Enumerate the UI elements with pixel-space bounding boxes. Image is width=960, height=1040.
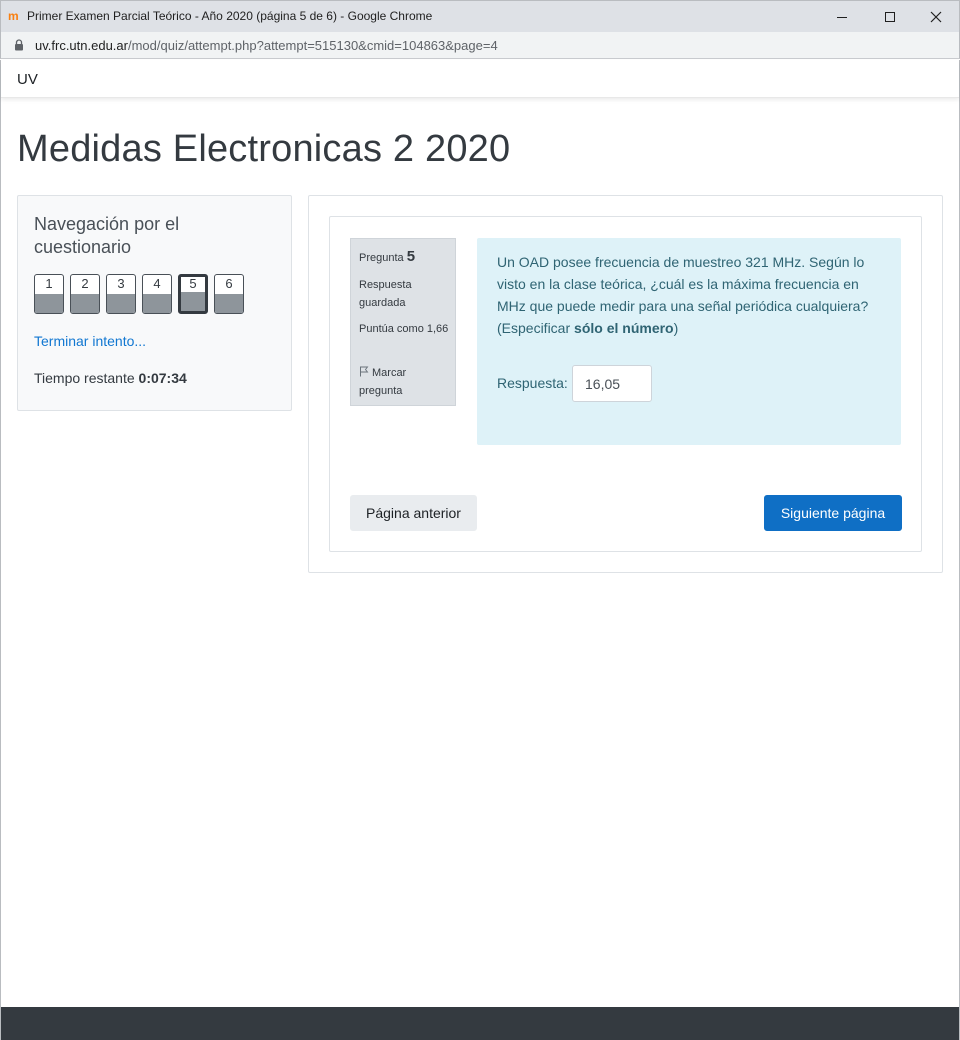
question-button-5[interactable]: 5	[178, 274, 208, 314]
time-remaining: Tiempo restante 0:07:34	[34, 370, 187, 386]
lock-icon	[15, 39, 23, 51]
quiz-navigation-block: Navegación por el cuestionario 1 2 3 4 5…	[17, 195, 292, 411]
question-number: Pregunta 5	[359, 248, 415, 265]
timer-label: Tiempo restante	[34, 370, 135, 386]
window-title: Primer Examen Parcial Teórico - Año 2020…	[27, 9, 433, 23]
maximize-icon	[885, 12, 895, 22]
url-text[interactable]: uv.frc.utn.edu.ar/mod/quiz/attempt.php?a…	[35, 38, 498, 53]
page-footer	[1, 1007, 959, 1040]
question-button-label: 2	[81, 276, 89, 291]
question-text-emphasis: sólo el número	[574, 320, 674, 336]
question-button-3[interactable]: 3	[106, 274, 136, 314]
question-button-label: 3	[117, 276, 125, 291]
question-number-label: Pregunta	[359, 252, 404, 264]
question-button-label: 5	[189, 276, 197, 291]
maximize-button[interactable]	[867, 1, 913, 33]
site-navbar: UV	[1, 60, 959, 98]
question-button-label: 1	[45, 276, 53, 291]
question-buttons: 1 2 3 4 5 6	[34, 274, 244, 314]
answer-state-indicator	[35, 294, 63, 313]
window-titlebar: m Primer Examen Parcial Teórico - Año 20…	[0, 0, 960, 32]
question-state: Respuesta guardada	[359, 279, 412, 309]
page-title: Medidas Electronicas 2 2020	[17, 128, 511, 170]
address-bar[interactable]: uv.frc.utn.edu.ar/mod/quiz/attempt.php?a…	[0, 32, 960, 59]
answer-label: Respuesta:	[497, 375, 568, 391]
flag-question-toggle[interactable]: Marcar pregunta	[359, 364, 449, 400]
question-button-1[interactable]: 1	[34, 274, 64, 314]
question-text: Un OAD posee frecuencia de muestreo 321 …	[497, 251, 887, 339]
block-title: Navegación por el cuestionario	[34, 214, 180, 257]
answer-state-indicator	[181, 292, 205, 311]
flag-icon	[360, 366, 369, 377]
close-window-button[interactable]	[913, 1, 959, 33]
minimize-icon	[837, 16, 847, 18]
question-text-end: )	[673, 320, 679, 336]
finish-attempt-link[interactable]: Terminar intento...	[34, 333, 146, 349]
question-card: Pregunta 5 Respuesta guardada Puntúa com…	[329, 216, 922, 552]
answer-state-indicator	[143, 294, 171, 313]
question-button-4[interactable]: 4	[142, 274, 172, 314]
answer-state-indicator	[215, 294, 243, 313]
question-button-label: 6	[225, 276, 233, 291]
next-page-button[interactable]: Siguiente página	[764, 495, 902, 531]
minimize-button[interactable]	[819, 1, 865, 33]
question-grade: Puntúa como 1,66	[359, 323, 449, 335]
previous-page-button[interactable]: Página anterior	[350, 495, 477, 531]
answer-input[interactable]	[572, 365, 652, 402]
question-button-2[interactable]: 2	[70, 274, 100, 314]
timer-value: 0:07:34	[138, 370, 187, 386]
question-formulation: Un OAD posee frecuencia de muestreo 321 …	[477, 238, 901, 445]
moodle-icon: m	[8, 9, 19, 23]
url-path: /mod/quiz/attempt.php?attempt=515130&cmi…	[127, 38, 498, 53]
question-number-value: 5	[406, 248, 416, 265]
question-info: Pregunta 5 Respuesta guardada Puntúa com…	[350, 238, 456, 406]
question-text-main: Un OAD posee frecuencia de muestreo 321 …	[497, 254, 869, 336]
close-icon	[930, 11, 942, 23]
answer-state-indicator	[107, 294, 135, 313]
answer-state-indicator	[71, 294, 99, 313]
site-brand-link[interactable]: UV	[17, 71, 38, 88]
question-button-label: 4	[153, 276, 161, 291]
main-region: Pregunta 5 Respuesta guardada Puntúa com…	[308, 195, 943, 573]
question-button-6[interactable]: 6	[214, 274, 244, 314]
url-host: uv.frc.utn.edu.ar	[35, 38, 128, 53]
